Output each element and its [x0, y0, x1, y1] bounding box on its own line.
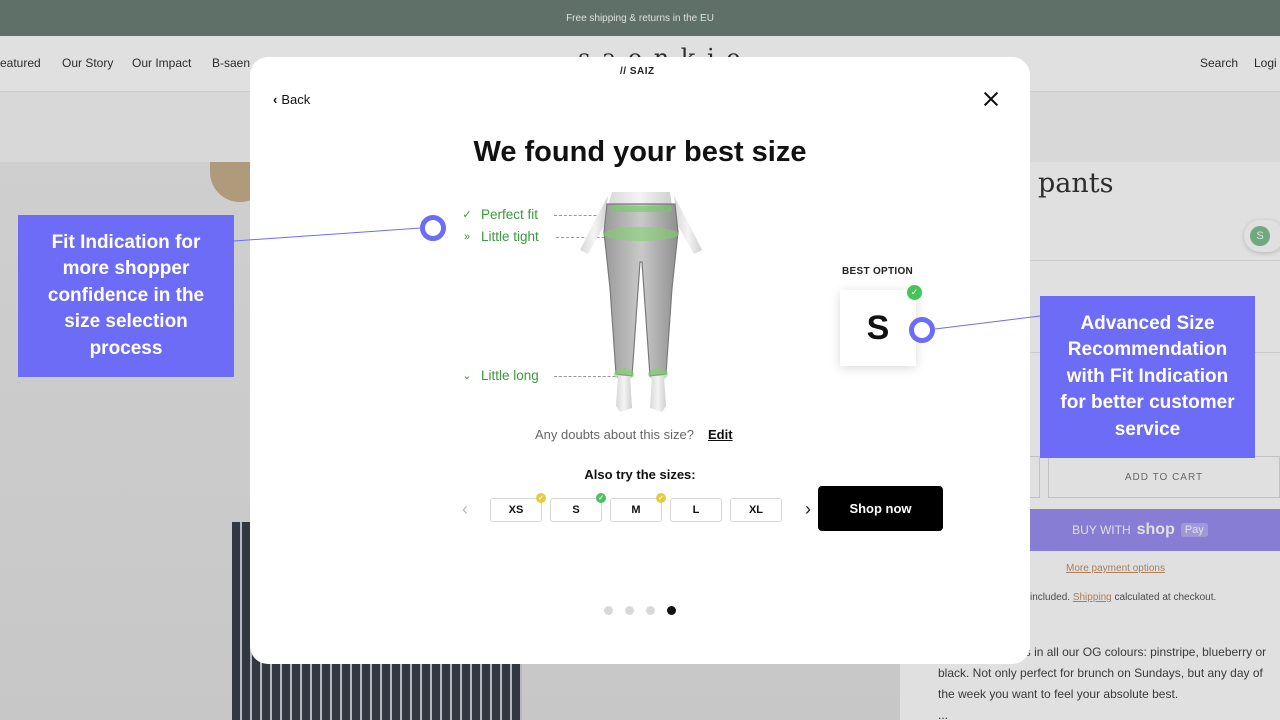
chevron-left-icon: ‹ [273, 92, 278, 107]
size-label: L [692, 504, 700, 516]
shop-now-button[interactable]: Shop now [818, 486, 943, 531]
chevron-left-icon[interactable]: ‹ [462, 499, 468, 520]
back-label: Back [281, 92, 311, 107]
best-size-card[interactable]: S [840, 290, 916, 366]
pager-dot-1[interactable] [604, 606, 613, 615]
body-model-illustration [580, 192, 702, 412]
doubts-row: Any doubts about this size? Edit [535, 427, 733, 442]
size-label: S [572, 504, 580, 516]
doubts-text: Any doubts about this size? [535, 427, 694, 442]
fit-label: Little tight [481, 229, 539, 244]
fit-indication-perfect: ✓ Perfect fit [461, 207, 538, 222]
status-dot-green: ✓ [596, 493, 606, 503]
size-chip-xs[interactable]: XS ✓ [490, 493, 546, 522]
pager-dot-3[interactable] [646, 606, 655, 615]
size-chip-m[interactable]: M ✓ [610, 493, 666, 522]
double-chevron-right-icon: » [463, 230, 471, 243]
edit-link[interactable]: Edit [708, 427, 733, 442]
chevron-right-icon[interactable]: › [805, 499, 811, 520]
back-button[interactable]: ‹ Back [273, 92, 310, 107]
size-chip-s[interactable]: S ✓ [550, 493, 606, 522]
check-icon: ✓ [462, 209, 472, 221]
pager-dot-2[interactable] [625, 606, 634, 615]
annotation-marker-left [420, 215, 446, 241]
close-icon[interactable] [980, 88, 1002, 110]
fit-indication-tight: » Little tight [461, 229, 539, 244]
size-label: XS [508, 504, 524, 516]
fit-label: Little long [481, 368, 539, 383]
size-label: XL [748, 504, 764, 516]
fit-label: Perfect fit [481, 207, 539, 222]
check-badge-icon: ✓ [907, 285, 922, 300]
fit-indication-long: ⌄ Little long [461, 368, 539, 383]
size-label: M [631, 504, 641, 516]
pager-dot-4[interactable] [667, 606, 676, 615]
size-chip-l[interactable]: L [670, 498, 722, 522]
also-try-heading: Also try the sizes: [584, 467, 696, 482]
saiz-logo: // SAIZ [620, 66, 655, 77]
status-dot-yellow: ✓ [536, 493, 546, 503]
modal-title: We found your best size [473, 136, 807, 168]
annotation-callout-left: Fit Indication for more shopper confiden… [18, 215, 234, 377]
annotation-marker-right [909, 317, 935, 343]
status-dot-yellow: ✓ [656, 493, 666, 503]
double-chevron-down-icon: ⌄ [462, 370, 472, 382]
best-option-label: BEST OPTION [842, 266, 914, 277]
size-chip-xl[interactable]: XL [730, 498, 782, 522]
annotation-callout-right: Advanced Size Recommendation with Fit In… [1040, 296, 1255, 458]
